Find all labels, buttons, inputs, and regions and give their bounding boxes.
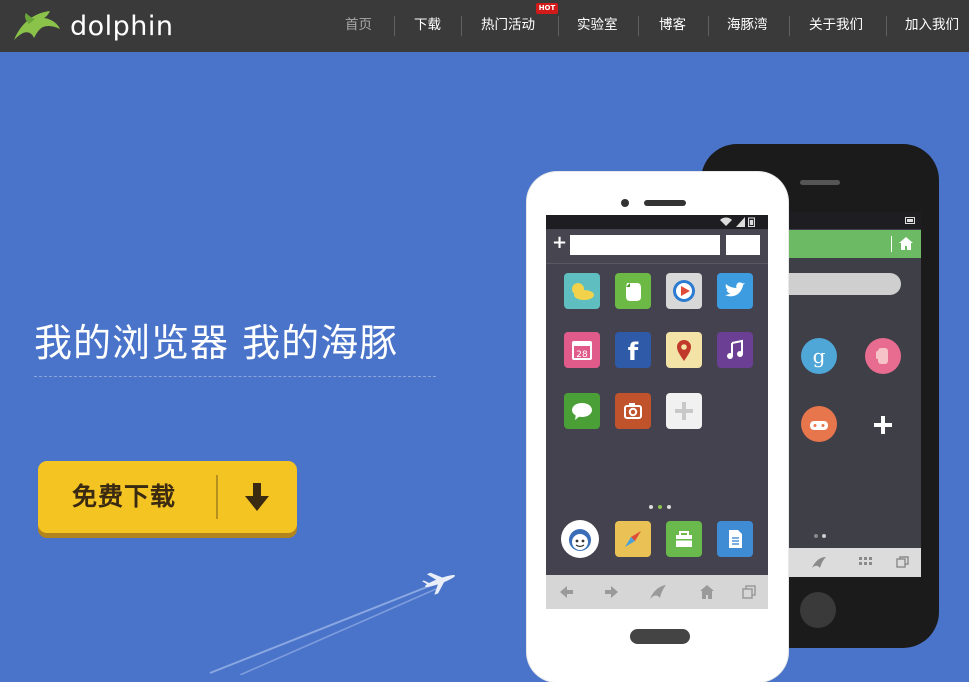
home-button (800, 592, 836, 628)
home-button (630, 629, 690, 644)
compass-app-icon (615, 521, 651, 557)
nav-blog[interactable]: 博客 (659, 0, 686, 52)
nav-dolphin-bay[interactable]: 海豚湾 (727, 0, 768, 52)
bottom-toolbar (787, 548, 921, 577)
calendar-day: 28 (576, 350, 588, 360)
page-dot (667, 505, 671, 509)
signal-icon (736, 217, 745, 227)
arrow-down-icon (245, 483, 269, 511)
weather-app-icon (564, 273, 600, 309)
button-divider (216, 475, 218, 519)
slogan-underline (34, 376, 436, 377)
dolphin-logo-icon (14, 11, 60, 40)
status-bar (546, 215, 768, 229)
brand-name: dolphin (70, 10, 174, 42)
chat-app-icon (564, 393, 600, 429)
nav-download[interactable]: 下载 (414, 0, 441, 52)
add-app-icon (666, 393, 702, 429)
new-tab-icon: + (552, 232, 568, 253)
nav-divider (789, 16, 790, 36)
twitter-app-icon (717, 273, 753, 309)
nav-join-us[interactable]: 加入我们 (905, 0, 959, 52)
camera-app-icon (615, 393, 651, 429)
nav-divider (886, 16, 887, 36)
facebook-app-icon: f (615, 332, 651, 368)
forward-arrow-icon (605, 586, 618, 598)
svg-text:f: f (628, 338, 639, 366)
music-app-icon (717, 332, 753, 368)
maps-app-icon (666, 332, 702, 368)
home-icon (899, 237, 913, 250)
phone-speaker (644, 200, 686, 206)
phone-camera (621, 199, 629, 207)
tabs-icon (896, 556, 909, 568)
nav-lab[interactable]: 实验室 (577, 0, 618, 52)
calendar-app-icon: 28 (564, 332, 600, 368)
nav-about-us[interactable]: 关于我们 (809, 0, 863, 52)
svg-text:g: g (813, 344, 826, 368)
tabs-icon (742, 585, 756, 599)
nav-hot-events[interactable]: 热门活动 (481, 0, 535, 52)
front-phone-mockup: + 28 f (527, 172, 788, 682)
free-download-button[interactable]: 免费下载 (38, 461, 297, 533)
status-bar (787, 212, 921, 229)
page-dot (649, 505, 653, 509)
nav-divider (708, 16, 709, 36)
front-phone-screen: + 28 f (546, 215, 768, 609)
hand-icon (865, 338, 901, 374)
grid-icon (859, 557, 872, 565)
nav-divider (461, 16, 462, 36)
dolphin-menu-icon (812, 557, 826, 568)
store-app-icon (666, 521, 702, 557)
download-label: 免费下载 (72, 482, 177, 511)
phone-speaker (800, 180, 840, 185)
back-arrow-icon (560, 586, 573, 598)
hot-badge: HOT (536, 3, 558, 14)
search-field (787, 273, 901, 295)
top-navigation-bar: dolphin 首页 下载 热门活动 HOT 实验室 博客 海豚湾 关于我们 加… (0, 0, 969, 52)
page-dot-active (658, 505, 662, 509)
evernote-app-icon (615, 273, 651, 309)
bottom-toolbar (546, 575, 768, 609)
hero-slogan: 我的浏览器 我的海豚 (34, 321, 399, 365)
home-icon (700, 585, 714, 599)
battery-icon (905, 217, 915, 224)
nav-home[interactable]: 首页 (345, 0, 372, 52)
document-app-icon (717, 521, 753, 557)
back-phone-screen: g (787, 212, 921, 577)
nav-divider (394, 16, 395, 36)
wifi-icon (720, 217, 732, 226)
search-field (726, 235, 760, 255)
video-app-icon (666, 273, 702, 309)
brand-logo[interactable]: dolphin (10, 6, 174, 46)
nav-divider (638, 16, 639, 36)
airplane-contrail-icon (209, 572, 456, 675)
face-app-icon (561, 520, 599, 558)
add-icon (874, 416, 892, 434)
gamepad-icon (801, 406, 837, 442)
address-bar (787, 230, 921, 258)
dolphin-menu-icon (650, 585, 666, 599)
nav-divider (558, 16, 559, 36)
url-field (570, 235, 720, 255)
battery-icon (748, 217, 755, 227)
google-icon: g (801, 338, 837, 374)
